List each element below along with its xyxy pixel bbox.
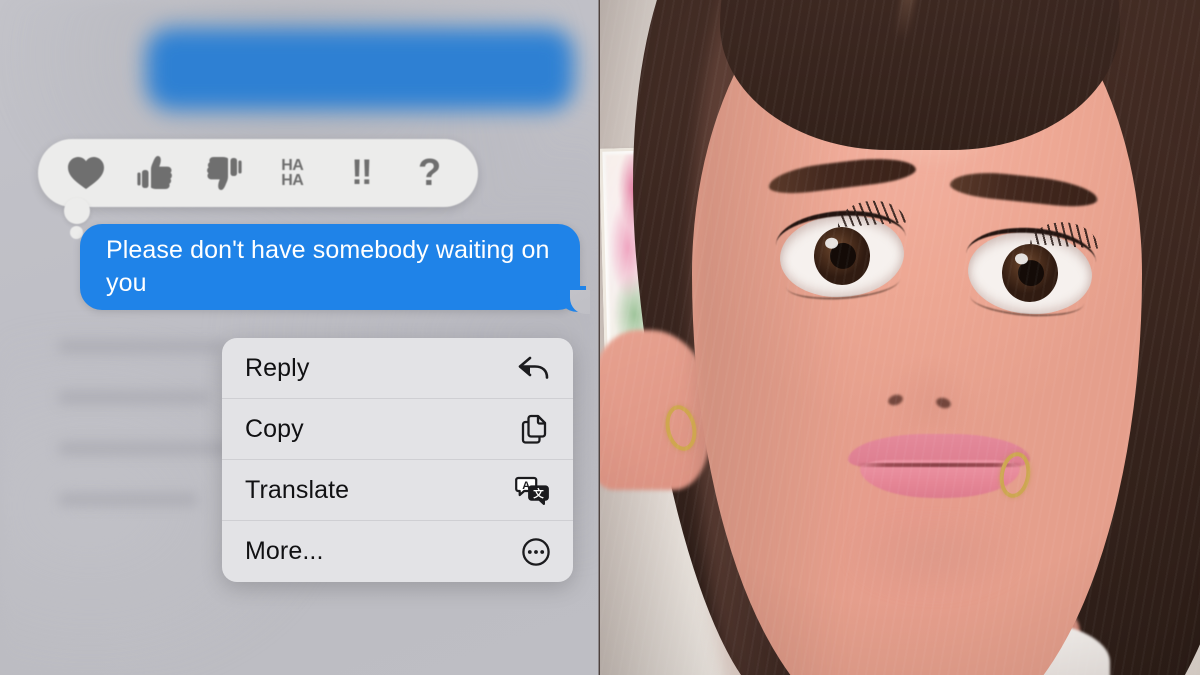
split-screen-stage: HA HA !! ? Please don't have somebody wa… bbox=[0, 0, 1200, 675]
menu-item-translate[interactable]: Translate A 文 bbox=[222, 460, 573, 521]
blurred-text-line bbox=[58, 442, 236, 455]
haha-line-1: HA bbox=[281, 157, 304, 174]
heart-reaction-icon[interactable] bbox=[59, 146, 113, 200]
blurred-message-bubble bbox=[146, 28, 574, 110]
lip-line bbox=[856, 463, 1024, 467]
thumbs-up-reaction-icon[interactable] bbox=[128, 146, 182, 200]
tapback-reaction-bar[interactable]: HA HA !! ? bbox=[38, 139, 478, 207]
blurred-text-line bbox=[58, 493, 198, 506]
reaction-bar-tail-large-dot bbox=[64, 198, 90, 224]
more-ellipsis-circle-icon bbox=[521, 537, 551, 567]
chin-shading bbox=[810, 520, 1060, 640]
message-context-menu[interactable]: Reply Copy Translate A 文 More... bbox=[222, 338, 573, 582]
menu-item-label: Copy bbox=[245, 414, 304, 443]
menu-item-copy[interactable]: Copy bbox=[222, 399, 573, 460]
reply-arrow-icon bbox=[517, 353, 551, 383]
menu-item-reply[interactable]: Reply bbox=[222, 338, 573, 399]
haha-reaction-icon[interactable]: HA HA bbox=[265, 146, 319, 200]
menu-item-label: Reply bbox=[245, 353, 310, 382]
message-text: Please don't have somebody waiting on yo… bbox=[106, 236, 550, 297]
reaction-video-panel bbox=[600, 0, 1200, 675]
question-reaction-icon[interactable]: ? bbox=[403, 146, 457, 200]
translate-bubbles-icon: A 文 bbox=[515, 475, 551, 505]
svg-text:文: 文 bbox=[532, 487, 544, 500]
imessage-screenshot-panel: HA HA !! ? Please don't have somebody wa… bbox=[0, 0, 600, 675]
copy-documents-icon bbox=[519, 413, 551, 445]
blurred-background-text bbox=[58, 340, 248, 560]
eye-right bbox=[965, 219, 1100, 320]
selected-message-bubble[interactable]: Please don't have somebody waiting on yo… bbox=[80, 224, 580, 310]
eye-left bbox=[774, 198, 907, 303]
thumbs-down-reaction-icon[interactable] bbox=[197, 146, 251, 200]
question-glyph: ? bbox=[418, 152, 442, 194]
exclamation-glyph: !! bbox=[351, 153, 372, 192]
exclamation-reaction-icon[interactable]: !! bbox=[334, 146, 388, 200]
blurred-text-line bbox=[58, 391, 210, 404]
haha-line-2: HA bbox=[281, 172, 304, 189]
menu-item-label: More... bbox=[245, 537, 324, 565]
menu-item-more[interactable]: More... bbox=[222, 521, 573, 582]
nose bbox=[885, 330, 977, 426]
blurred-text-line bbox=[58, 340, 226, 353]
menu-item-label: Translate bbox=[245, 475, 350, 504]
